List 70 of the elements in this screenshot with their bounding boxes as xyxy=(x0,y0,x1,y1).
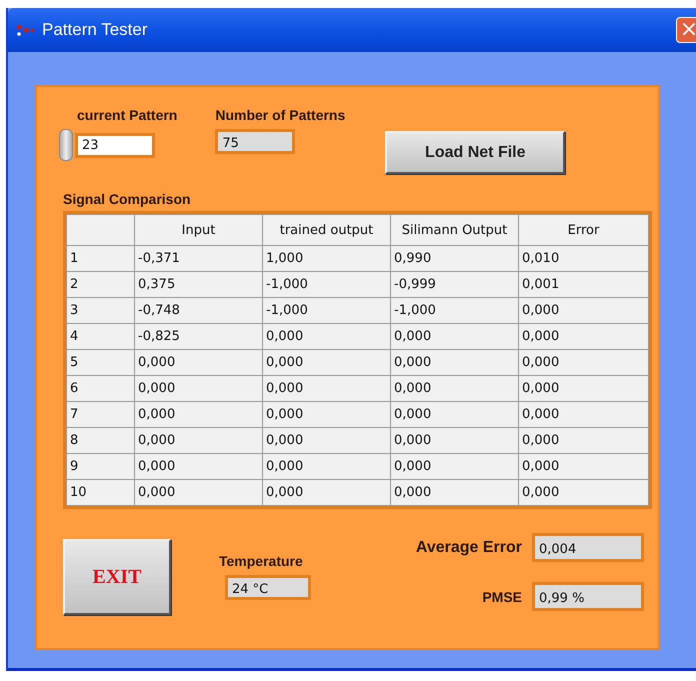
table-cell: 0,000 xyxy=(518,402,648,428)
table-cell: 0,000 xyxy=(390,324,518,350)
table-cell: -0,371 xyxy=(134,246,262,272)
table-cell: 0,375 xyxy=(134,272,262,298)
table-cell: -1,000 xyxy=(262,272,390,298)
table-cell: 0,000 xyxy=(134,454,262,480)
table-cell: 0,000 xyxy=(262,454,390,480)
window-title: Pattern Tester xyxy=(42,20,148,40)
table-cell: 0,000 xyxy=(518,428,648,454)
field-label: Temperature xyxy=(219,553,304,569)
table-cell: 0,000 xyxy=(390,402,518,428)
table-cell: 0,990 xyxy=(390,246,518,272)
table-cell: 0,000 xyxy=(134,428,262,454)
column-header: Silimann Output xyxy=(390,214,518,246)
table-cell: 5 xyxy=(66,350,134,376)
input-field[interactable]: 23 xyxy=(75,132,155,158)
table-cell: -1,000 xyxy=(262,298,390,324)
table-cell: -0,999 xyxy=(390,272,518,298)
table-cell: 0,000 xyxy=(390,376,518,402)
table-cell: 10 xyxy=(66,480,134,506)
field-label: Average Error xyxy=(416,538,522,556)
indicator-field: 0,004 xyxy=(532,533,644,562)
table-cell: 0,000 xyxy=(262,376,390,402)
table-cell: 0,000 xyxy=(518,480,648,506)
table-cell: 9 xyxy=(66,454,134,480)
table-cell: 0,000 xyxy=(518,298,648,324)
table-cell: 0,010 xyxy=(518,246,648,272)
table-cell: 0,000 xyxy=(390,350,518,376)
table-title: Signal Comparison xyxy=(63,191,192,207)
table-cell: 8 xyxy=(66,428,134,454)
table-cell: 0,000 xyxy=(390,428,518,454)
indicator-field: 0,99 % xyxy=(532,582,644,611)
table-cell: 0,000 xyxy=(262,480,390,506)
table-cell: 0,000 xyxy=(262,428,390,454)
indicator-field: 75 xyxy=(215,129,296,154)
close-button[interactable]: × xyxy=(676,17,696,43)
column-header: Error xyxy=(518,214,648,246)
table-cell: -0,748 xyxy=(134,298,262,324)
table-cell: -1,000 xyxy=(390,298,518,324)
table-cell: 0,000 xyxy=(134,350,262,376)
column-header: trained output xyxy=(262,214,390,246)
table-cell: 1,000 xyxy=(262,246,390,272)
spinner-control[interactable] xyxy=(59,129,73,161)
table-cell: 2 xyxy=(66,272,134,298)
table-cell: 0,000 xyxy=(390,480,518,506)
table-cell: 1 xyxy=(66,246,134,272)
nodes-icon xyxy=(16,24,34,36)
field-label: current Pattern xyxy=(77,107,178,123)
table-cell: 0,000 xyxy=(262,402,390,428)
table-cell: 0,001 xyxy=(518,272,648,298)
field-label: Number of Patterns xyxy=(215,107,346,123)
table-cell: 7 xyxy=(66,402,134,428)
table-cell: 0,000 xyxy=(262,324,390,350)
table-cell: 0,000 xyxy=(390,454,518,480)
table-cell: 0,000 xyxy=(262,350,390,376)
table-cell: 0,000 xyxy=(134,376,262,402)
column-header: Input xyxy=(134,214,262,246)
table-cell: -0,825 xyxy=(134,324,262,350)
table-cell: 0,000 xyxy=(518,376,648,402)
table-cell: 6 xyxy=(66,376,134,402)
table-cell: 0,000 xyxy=(134,480,262,506)
table-cell: 4 xyxy=(66,324,134,350)
table-cell: 0,000 xyxy=(518,454,648,480)
indicator-field: 24 °C xyxy=(225,575,311,600)
field-label: PMSE xyxy=(482,588,522,604)
load-button[interactable]: Load Net File xyxy=(385,131,566,174)
table-cell: 3 xyxy=(66,298,134,324)
table-cell: 0,000 xyxy=(134,402,262,428)
table-cell: 0,000 xyxy=(518,350,648,376)
table-cell: 0,000 xyxy=(518,324,648,350)
